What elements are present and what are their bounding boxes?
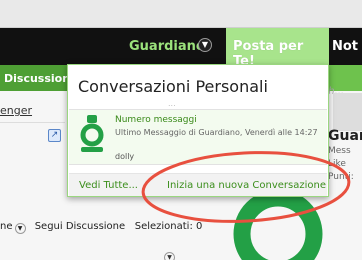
top-nav-bar: Guardiano ▼ Posta per Te! Not xyxy=(0,28,362,69)
profile-stat-points: Punti: xyxy=(328,172,354,182)
green-o-logo-icon xyxy=(80,115,104,152)
tab-posta-per-te[interactable]: Posta per Te! xyxy=(226,28,329,69)
ghost-text: ... xyxy=(168,99,176,108)
thread-actions-row: ne ▼ Segui Discussione Selezionati: 0 xyxy=(0,221,202,234)
conversations-popup: Conversazioni Personali ... Numero messa… xyxy=(67,64,329,197)
conversation-list-item[interactable]: Numero messaggi Ultimo Messaggio di Guar… xyxy=(69,109,327,165)
nav-user-menu[interactable]: Guardiano xyxy=(129,39,205,54)
popup-title: Conversazioni Personali xyxy=(78,77,268,96)
external-link-icon[interactable]: ↗ xyxy=(48,129,61,142)
chevron-down-icon[interactable]: ▼ xyxy=(14,223,26,234)
thread-options-label: ne xyxy=(0,221,13,232)
divider xyxy=(0,122,65,123)
view-all-link[interactable]: Vedi Tutte... xyxy=(79,180,138,191)
chevron-down-icon[interactable]: ▼ xyxy=(198,38,212,52)
window-top-strip xyxy=(0,0,362,28)
conversation-meta: Ultimo Messaggio di Guardiano, Venerdì a… xyxy=(115,128,318,137)
selected-count: Selezionati: 0 xyxy=(134,221,203,232)
profile-name: Guard xyxy=(328,128,362,144)
tab-notifiche[interactable]: Not xyxy=(332,39,358,54)
messenger-link[interactable]: enger xyxy=(0,104,32,117)
chevron-down-icon[interactable]: ▼ xyxy=(164,252,175,260)
new-conversation-link[interactable]: Inizia una nuova Conversazione xyxy=(167,180,326,191)
profile-stat-messages: Mess xyxy=(328,146,351,156)
follow-thread-link[interactable]: Segui Discussione xyxy=(35,221,125,232)
conversation-title[interactable]: Numero messaggi xyxy=(115,115,197,125)
conversation-author: dolly xyxy=(115,152,135,161)
tab-discussioni[interactable]: Discussioni xyxy=(0,65,74,91)
sidebar-header-bg xyxy=(333,93,362,131)
profile-stat-likes: Like xyxy=(328,159,346,169)
popup-footer: Vedi Tutte... Inizia una nuova Conversaz… xyxy=(69,173,327,196)
